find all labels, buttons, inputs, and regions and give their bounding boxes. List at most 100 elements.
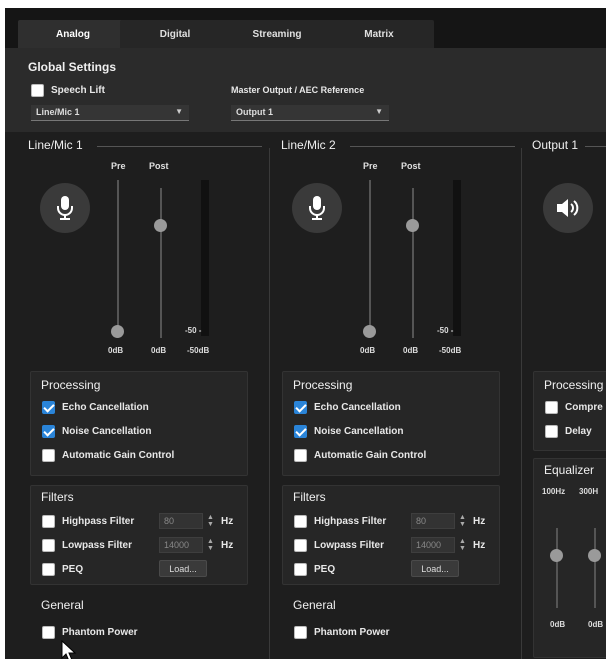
echo-cancellation-checkbox[interactable] [294,401,307,414]
agc-label: Automatic Gain Control [314,450,427,461]
general-title: General [293,598,336,612]
pre-fader-knob[interactable] [363,325,376,338]
output-select-value: Output 1 [236,107,273,117]
meter-min-value: -50dB [439,346,462,355]
mouse-cursor-icon [61,640,77,659]
agc-checkbox[interactable] [294,449,307,462]
highpass-input[interactable]: 80 [159,513,203,529]
lowpass-checkbox[interactable] [42,539,55,552]
meter-mark-label: -50 - [437,326,454,335]
agc-checkbox[interactable] [42,449,55,462]
post-fader-knob[interactable] [154,219,167,232]
eq-band-2-knob[interactable] [588,549,601,562]
pre-value: 0dB [360,346,376,355]
mic-icon[interactable] [292,183,342,233]
pre-fader-knob[interactable] [111,325,124,338]
pre-label: Pre [363,161,378,171]
filters-title: Filters [293,490,326,504]
tab-analog[interactable]: Analog [18,20,128,48]
equalizer-title: Equalizer [544,463,595,477]
global-settings-title: Global Settings [28,60,117,74]
peq-label: PEQ [314,564,336,575]
audio-settings-panel: Analog Digital Streaming Matrix Global S… [5,8,606,659]
echo-cancellation-checkbox[interactable] [42,401,55,414]
eq-band-1-track [556,528,558,608]
noise-cancellation-checkbox[interactable] [42,425,55,438]
noise-cancellation-checkbox[interactable] [294,425,307,438]
post-fader-track [412,188,414,338]
filters-title: Filters [41,490,74,504]
processing-title: Processing [41,378,101,392]
peq-checkbox[interactable] [42,563,55,576]
chevron-down-icon: ▼ [175,107,183,116]
peq-label: PEQ [62,564,84,575]
lowpass-label: Lowpass Filter [314,540,385,551]
peq-load-button[interactable]: Load... [159,560,207,577]
speech-lift-label: Speech Lift [51,85,105,96]
meter-mark-label: -50 - [185,326,202,335]
hz-label: Hz [221,516,234,527]
highpass-checkbox[interactable] [42,515,55,528]
chevron-down-icon: ▼ [375,107,383,116]
post-value: 0dB [403,346,419,355]
tab-streaming[interactable]: Streaming [222,20,332,48]
phantom-power-label: Phantom Power [62,627,138,638]
agc-label: Automatic Gain Control [62,450,175,461]
phantom-power-checkbox[interactable] [294,626,307,639]
peq-checkbox[interactable] [294,563,307,576]
tab-bar: Analog Digital Streaming Matrix [5,8,606,48]
output-select[interactable]: Output 1 ▼ [231,105,389,121]
highpass-label: Highpass Filter [62,516,135,527]
channel-1-title: Line/Mic 1 [28,138,83,152]
highpass-input[interactable]: 80 [411,513,455,529]
highpass-stepper[interactable]: ▲ ▼ [207,514,214,528]
eq-band-1-value: 0dB [550,620,566,629]
lowpass-label: Lowpass Filter [62,540,133,551]
input-select[interactable]: Line/Mic 1 ▼ [31,105,189,121]
compressor-checkbox[interactable] [545,401,558,414]
general-title: General [41,598,84,612]
speech-lift-checkbox[interactable] [31,84,44,97]
processing-title: Processing [293,378,353,392]
tab-digital[interactable]: Digital [120,20,230,48]
lowpass-stepper[interactable]: ▲ ▼ [459,538,466,552]
input-select-value: Line/Mic 1 [36,107,80,117]
highpass-checkbox[interactable] [294,515,307,528]
lowpass-input[interactable]: 14000 [159,537,203,553]
output-processing-title: Processing [544,378,604,392]
lowpass-input[interactable]: 14000 [411,537,455,553]
mic-icon[interactable] [40,183,90,233]
output-title: Output 1 [532,138,579,152]
phantom-power-label: Phantom Power [314,627,390,638]
level-meter [453,180,461,336]
app-window: Analog Digital Streaming Matrix Global S… [0,0,606,659]
output-title-rule [585,146,606,147]
global-settings: Global Settings Speech Lift Master Outpu… [5,48,606,132]
highpass-stepper[interactable]: ▲ ▼ [459,514,466,528]
noise-cancellation-label: Noise Cancellation [314,426,404,437]
column-divider [521,148,522,659]
echo-cancellation-label: Echo Cancellation [314,402,401,413]
channel-2-title-rule [350,146,515,147]
hz-label: Hz [473,516,486,527]
delay-checkbox[interactable] [545,425,558,438]
echo-cancellation-label: Echo Cancellation [62,402,149,413]
tab-matrix[interactable]: Matrix [324,20,434,48]
highpass-label: Highpass Filter [314,516,387,527]
noise-cancellation-label: Noise Cancellation [62,426,152,437]
lowpass-stepper[interactable]: ▲ ▼ [207,538,214,552]
pre-meter-track [117,180,119,330]
meter-min-value: -50dB [187,346,210,355]
channel-2-title: Line/Mic 2 [281,138,336,152]
eq-band-2-label: 300H [579,487,599,496]
lowpass-checkbox[interactable] [294,539,307,552]
post-label: Post [401,161,421,171]
post-fader-knob[interactable] [406,219,419,232]
column-divider [269,148,270,659]
eq-band-2-value: 0dB [588,620,604,629]
speaker-icon[interactable] [543,183,593,233]
eq-band-1-knob[interactable] [550,549,563,562]
peq-load-button[interactable]: Load... [411,560,459,577]
phantom-power-checkbox[interactable] [42,626,55,639]
pre-meter-track [369,180,371,330]
